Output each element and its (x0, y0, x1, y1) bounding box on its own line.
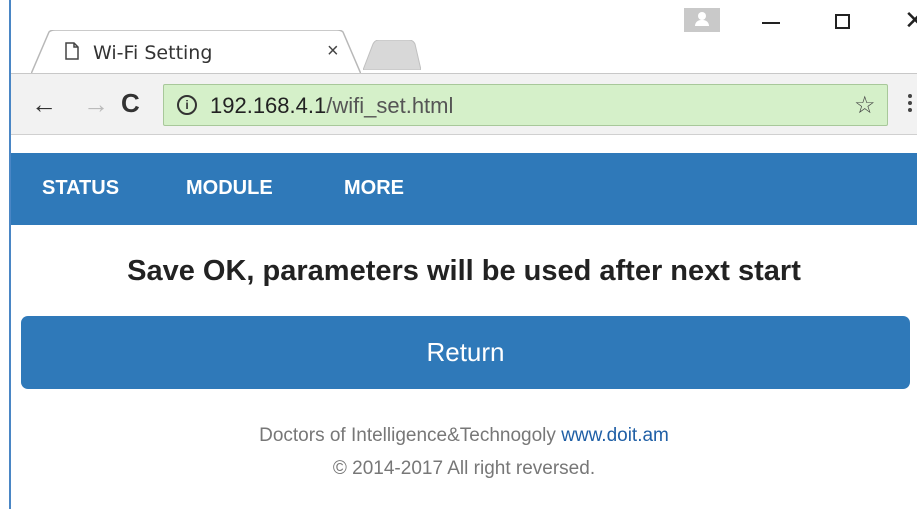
url-host: 192.168.4.1 (210, 93, 327, 118)
forward-arrow-icon[interactable]: → (83, 89, 109, 120)
footer: Doctors of Intelligence&Technogoly www.d… (11, 419, 917, 485)
maximize-icon[interactable] (835, 14, 850, 29)
footer-link[interactable]: www.doit.am (561, 425, 669, 446)
tab-wifi-setting[interactable]: Wi-Fi Setting × (31, 30, 361, 74)
tab-strip: Wi-Fi Setting × ✕ (11, 0, 917, 74)
footer-company: Doctors of Intelligence&Technogoly (259, 425, 556, 446)
save-status-message: Save OK, parameters will be used after n… (127, 255, 801, 287)
nav-item-status[interactable]: STATUS (42, 177, 119, 200)
bookmark-star-icon[interactable]: ☆ (854, 91, 876, 120)
more-menu-icon[interactable] (908, 94, 912, 116)
nav-item-more[interactable]: MORE (344, 177, 404, 200)
tab-title: Wi-Fi Setting (93, 42, 213, 64)
window-close-icon[interactable]: ✕ (904, 6, 917, 36)
return-button[interactable]: Return (21, 316, 910, 389)
footer-credit: Doctors of Intelligence&Technogoly www.d… (11, 419, 917, 452)
tab-close-icon[interactable]: × (327, 40, 339, 63)
minimize-icon[interactable] (762, 22, 780, 24)
page-icon (65, 42, 79, 60)
footer-copyright: © 2014-2017 All right reversed. (332, 458, 596, 479)
info-icon[interactable]: i (177, 95, 197, 115)
address-bar[interactable]: i 192.168.4.1/wifi_set.html ☆ (163, 84, 888, 126)
browser-toolbar: ← → C i 192.168.4.1/wifi_set.html ☆ (11, 73, 917, 135)
profile-icon[interactable] (684, 8, 720, 32)
reload-icon[interactable]: C (121, 88, 140, 119)
new-tab-button[interactable] (363, 40, 421, 70)
nav-item-module[interactable]: MODULE (186, 177, 273, 200)
back-arrow-icon[interactable]: ← (31, 89, 57, 120)
site-navbar: STATUS MODULE MORE (11, 153, 917, 225)
url-text: 192.168.4.1/wifi_set.html (210, 93, 453, 119)
url-path: /wifi_set.html (326, 93, 454, 118)
